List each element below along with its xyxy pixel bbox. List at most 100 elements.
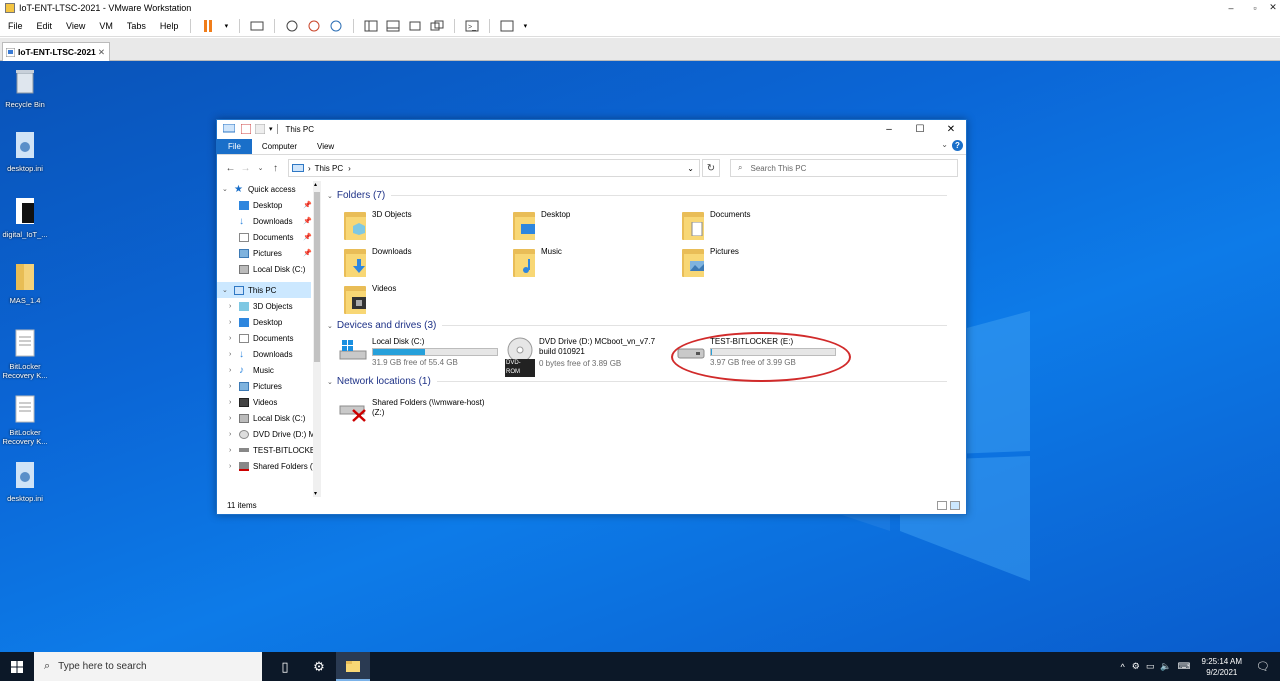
scroll-up-icon[interactable]: ▴ — [314, 181, 317, 188]
new-folder-icon[interactable] — [255, 124, 265, 134]
tree-pc-music[interactable]: › ♪ Music — [217, 362, 322, 378]
expand-ribbon-icon[interactable]: ⌄ — [941, 140, 948, 149]
tree-pc-dvd-drive[interactable]: › DVD Drive (D:) M — [217, 426, 322, 442]
task-view-icon[interactable]: ▯ — [268, 652, 302, 681]
collapse-group-icon[interactable]: ⌄ — [327, 322, 333, 330]
volume-icon[interactable]: 🔈 — [1157, 661, 1174, 672]
network-icon[interactable]: ▭ — [1143, 661, 1158, 672]
close-tab-icon[interactable]: ✕ — [98, 47, 105, 58]
collapse-arrow-icon[interactable]: › — [229, 319, 231, 326]
file-explorer-taskbar-icon[interactable] — [336, 652, 370, 681]
network-shared-folders-z[interactable]: Shared Folders (\\vmware-host) (Z:) — [338, 398, 492, 422]
tab-file[interactable]: File — [217, 139, 252, 154]
collapse-arrow-icon[interactable]: › — [229, 367, 231, 374]
settings-gear-icon[interactable]: ⚙ — [302, 652, 336, 681]
tab-view[interactable]: View — [307, 139, 344, 154]
desktop-icon-bitlocker-key-2[interactable]: BitLocker Recovery K... — [2, 395, 48, 446]
snapshot-icon[interactable] — [283, 17, 301, 35]
chevron-down-icon[interactable]: ▾ — [221, 17, 231, 35]
scroll-down-icon[interactable]: ▾ — [314, 490, 317, 497]
desktop-icon-mas[interactable]: MAS_1.4 — [2, 263, 48, 305]
back-arrow-icon[interactable]: ← — [223, 163, 238, 174]
folder-videos[interactable]: Videos — [344, 284, 396, 314]
taskbar-search-box[interactable]: ⌕ Type here to search — [34, 652, 262, 681]
close-button[interactable]: ✕ — [1266, 0, 1280, 15]
recent-locations-icon[interactable]: ⌄ — [253, 164, 268, 172]
navigation-scrollbar[interactable]: ▴ ▾ — [313, 181, 321, 497]
search-box[interactable]: ⌕ Search This PC — [730, 159, 958, 177]
collapse-arrow-icon[interactable]: › — [229, 463, 231, 470]
address-dropdown-icon[interactable]: ⌄ — [687, 164, 694, 173]
collapse-group-icon[interactable]: ⌄ — [327, 378, 333, 386]
start-button[interactable] — [0, 652, 34, 681]
expand-arrow-icon[interactable]: ⌄ — [222, 286, 228, 294]
collapse-arrow-icon[interactable]: › — [229, 351, 231, 358]
vmware-tools-icon[interactable]: ⚙ — [1129, 661, 1143, 672]
tree-this-pc[interactable]: ⌄ This PC — [217, 282, 311, 298]
collapse-arrow-icon[interactable]: › — [229, 383, 231, 390]
tree-pc-desktop[interactable]: › Desktop — [217, 314, 322, 330]
tree-pc-videos[interactable]: › Videos — [217, 394, 322, 410]
tree-qa-desktop[interactable]: Desktop 📌 — [217, 197, 322, 213]
menu-vm[interactable]: VM — [91, 15, 119, 37]
snapshot-manager-icon[interactable] — [327, 17, 345, 35]
collapse-group-icon[interactable]: ⌄ — [327, 192, 333, 200]
help-icon[interactable]: ? — [952, 140, 963, 151]
desktop-icon-bitlocker-key-1[interactable]: BitLocker Recovery K... — [2, 329, 48, 380]
desktop-icon-recycle-bin[interactable]: Recycle Bin — [2, 67, 48, 109]
up-arrow-icon[interactable]: ↑ — [268, 163, 283, 174]
tree-qa-documents[interactable]: Documents 📌 — [217, 229, 322, 245]
console-view-icon[interactable]: >_ — [463, 17, 481, 35]
stretch-guest-icon[interactable] — [498, 17, 516, 35]
desktop-icon-desktop-ini[interactable]: desktop.ini — [2, 131, 48, 173]
large-icons-view-icon[interactable] — [950, 501, 960, 510]
tree-pc-test-bitlocker[interactable]: › TEST-BITLOCKER — [217, 442, 322, 458]
tree-qa-local-disk[interactable]: Local Disk (C:) — [217, 261, 322, 277]
show-library-icon[interactable] — [362, 17, 380, 35]
send-ctrl-alt-del-icon[interactable] — [248, 17, 266, 35]
vm-tab[interactable]: IoT-ENT-LTSC-2021 ✕ — [2, 42, 110, 61]
collapse-arrow-icon[interactable]: › — [229, 335, 231, 342]
collapse-arrow-icon[interactable]: › — [229, 415, 231, 422]
tree-pc-pictures[interactable]: › Pictures — [217, 378, 322, 394]
unity-icon[interactable] — [428, 17, 446, 35]
menu-file[interactable]: File — [0, 15, 29, 37]
folder-downloads[interactable]: Downloads — [344, 247, 412, 277]
scrollbar-thumb[interactable] — [314, 192, 320, 362]
tree-pc-shared-folders[interactable]: › Shared Folders (\ — [217, 458, 322, 474]
folder-desktop[interactable]: Desktop — [513, 210, 570, 240]
clock[interactable]: 9:25:14 AM 9/2/2021 — [1194, 656, 1250, 678]
properties-icon[interactable] — [241, 124, 251, 134]
chevron-down-icon[interactable]: ▾ — [269, 125, 273, 133]
menu-edit[interactable]: Edit — [29, 15, 59, 37]
tree-quick-access[interactable]: ⌄ ★ Quick access — [217, 181, 322, 197]
tab-computer[interactable]: Computer — [252, 139, 307, 154]
pause-icon[interactable] — [199, 17, 217, 35]
show-hidden-icons-icon[interactable]: ^ — [1117, 662, 1129, 672]
refresh-button[interactable]: ↻ — [702, 159, 720, 177]
details-view-icon[interactable] — [937, 501, 947, 510]
tree-pc-3d-objects[interactable]: › 3D Objects — [217, 298, 322, 314]
collapse-arrow-icon[interactable]: › — [229, 303, 231, 310]
notifications-icon[interactable]: 🗨 — [1250, 660, 1280, 673]
minimize-button[interactable]: – — [874, 120, 904, 138]
collapse-arrow-icon[interactable]: › — [229, 399, 231, 406]
group-header-folders[interactable]: ⌄ Folders (7) — [327, 190, 947, 201]
thumbnail-bar-icon[interactable] — [384, 17, 402, 35]
folder-pictures[interactable]: Pictures — [682, 247, 739, 277]
chevron-down-icon[interactable]: ▾ — [520, 17, 530, 35]
group-header-devices[interactable]: ⌄ Devices and drives (3) — [327, 320, 947, 331]
keyboard-icon[interactable]: ⌨ — [1175, 661, 1194, 672]
collapse-arrow-icon[interactable]: › — [229, 447, 231, 454]
tree-pc-downloads[interactable]: › ↓ Downloads — [217, 346, 322, 362]
folder-documents[interactable]: Documents — [682, 210, 750, 240]
drive-dvd-d[interactable]: DVD-ROM DVD Drive (D:) MCboot_vn_v7.7 bu… — [505, 337, 659, 377]
maximize-button[interactable]: ☐ — [905, 120, 935, 138]
minimize-button[interactable]: – — [1224, 0, 1238, 15]
close-button[interactable]: ✕ — [936, 120, 966, 138]
revert-snapshot-icon[interactable] — [305, 17, 323, 35]
forward-arrow-icon[interactable]: → — [238, 163, 253, 174]
folder-music[interactable]: Music — [513, 247, 562, 277]
menu-view[interactable]: View — [58, 15, 91, 37]
tree-qa-downloads[interactable]: ↓ Downloads 📌 — [217, 213, 322, 229]
